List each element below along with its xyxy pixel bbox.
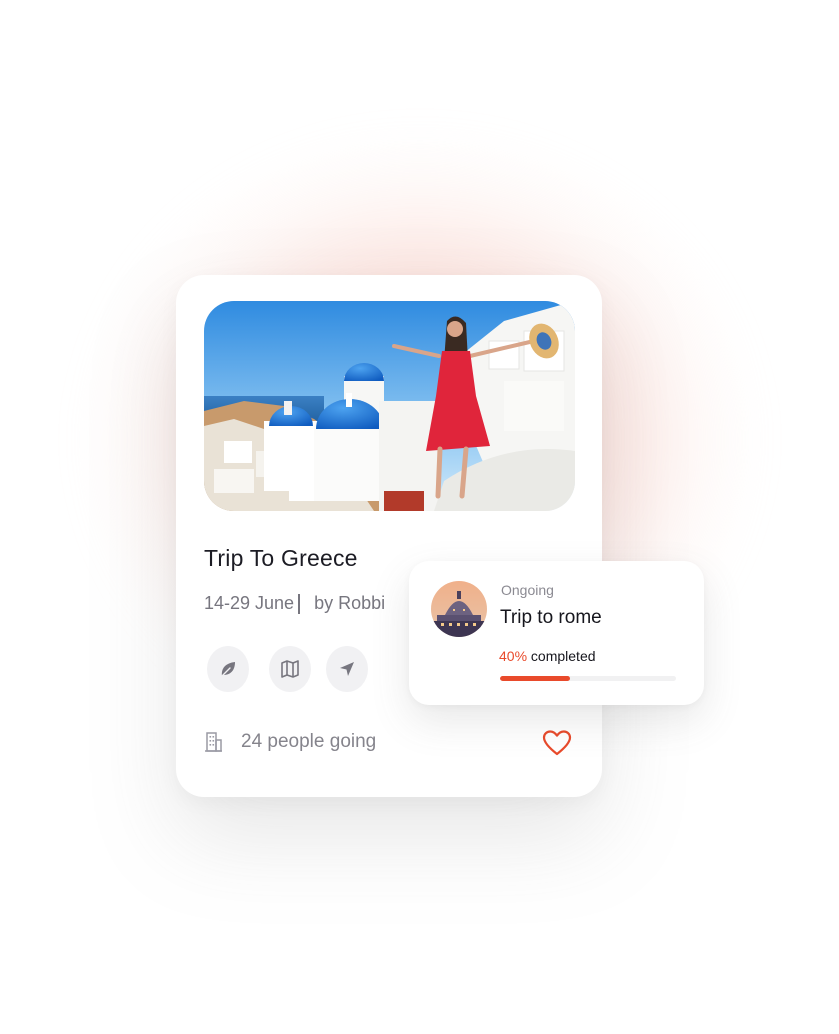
send-button[interactable] [326, 646, 368, 692]
leaf-button[interactable] [207, 646, 249, 692]
progress-text: 40% completed [499, 648, 596, 664]
trip-dates: 14-29 June [204, 593, 295, 613]
ongoing-trip-card[interactable]: Ongoing Trip to rome 40% completed [409, 561, 704, 705]
trip-meta: 14-29 June by Robbi [204, 593, 385, 614]
progress-bar-fill [500, 676, 571, 681]
progress-bar [500, 676, 676, 681]
favorite-button[interactable] [542, 729, 572, 762]
attendance-row: 24 people going [204, 731, 376, 753]
trip-thumbnail [431, 581, 487, 637]
trip-author: by Robbi [314, 593, 386, 613]
ongoing-trip-name: Trip to rome [500, 607, 602, 628]
progress-percent: 40% [499, 648, 528, 664]
trip-card[interactable]: Trip To Greece 14-29 June by Robbi 24 pe… [176, 275, 602, 797]
map-button[interactable] [269, 646, 311, 692]
trip-title: Trip To Greece [204, 545, 358, 571]
attendance-count: 24 people going [241, 731, 377, 752]
trip-photo [204, 301, 575, 511]
meta-divider [298, 593, 301, 614]
progress-label: completed [527, 648, 596, 664]
map-icon [281, 660, 299, 678]
send-icon [340, 662, 354, 676]
trip-status: Ongoing [501, 582, 554, 598]
leaf-icon [220, 662, 235, 678]
building-icon [205, 732, 222, 752]
heart-icon [542, 730, 572, 756]
